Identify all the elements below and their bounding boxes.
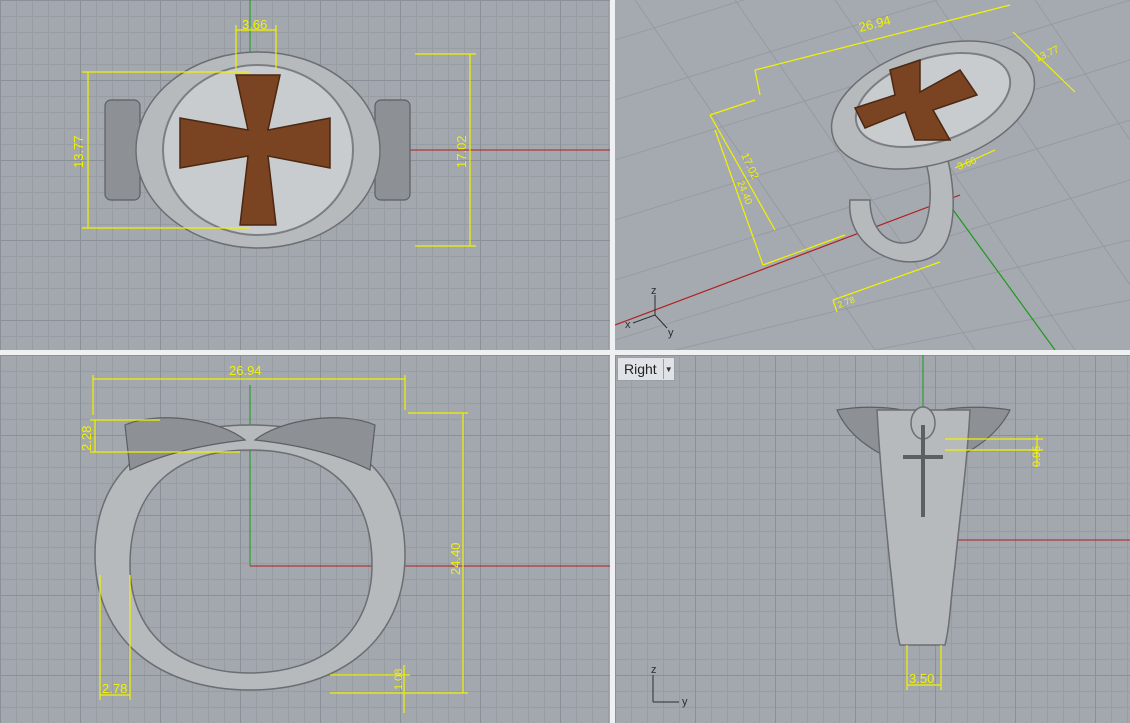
axis-label-y: y bbox=[682, 696, 688, 708]
dimension-f: 2.78 bbox=[832, 261, 941, 313]
ring-side-ornament-left bbox=[104, 99, 141, 201]
dim-label-bottom-right: 1.08 bbox=[393, 669, 405, 690]
perspective-view-canvas: 26.94 13.77 17.02 24.40 3.66 2.78 z x y bbox=[615, 0, 1130, 350]
dimension-width: 26.94 bbox=[92, 363, 406, 415]
dim-label-top: 2.28 bbox=[79, 426, 94, 451]
dimension-d: 24.40 bbox=[714, 129, 846, 266]
viewport-title-label: Right bbox=[624, 361, 657, 377]
chevron-down-icon[interactable]: ▼ bbox=[662, 359, 674, 379]
viewport-divider-horizontal[interactable] bbox=[0, 350, 1130, 355]
dim-label-height: 24.40 bbox=[448, 542, 463, 575]
dimension-c: 17.02 bbox=[709, 99, 776, 231]
axis-indicator: z y bbox=[651, 664, 688, 708]
dim-label-c: 17.02 bbox=[454, 135, 469, 168]
viewport-perspective[interactable]: 26.94 13.77 17.02 24.40 3.66 2.78 z x y bbox=[615, 0, 1130, 350]
dim-label-a: 3.66 bbox=[242, 17, 267, 32]
axis-label-x: x bbox=[625, 319, 631, 331]
dim-label-bottom: 3.50 bbox=[909, 671, 934, 686]
top-view-canvas: 3.66 13.77 17.02 bbox=[71, 0, 610, 249]
viewport-front[interactable]: 26.94 2.28 24.40 2.78 1.08 bbox=[0, 355, 610, 723]
front-view-canvas: 26.94 2.28 24.40 2.78 1.08 bbox=[79, 363, 610, 713]
dim-label-b: 13.77 bbox=[71, 135, 86, 168]
viewport-top[interactable]: 3.66 13.77 17.02 bbox=[0, 0, 610, 350]
dim-label-c: 17.02 bbox=[738, 151, 761, 181]
dim-label-top: 0.95 bbox=[1031, 446, 1043, 467]
axis-label-z: z bbox=[651, 664, 657, 676]
right-view-canvas: 0.95 3.50 z y bbox=[651, 355, 1130, 708]
dim-label-a: 26.94 bbox=[857, 12, 892, 34]
axis-label-z: z bbox=[651, 285, 657, 297]
dimension-bottom: 3.50 bbox=[906, 645, 942, 690]
viewport-right[interactable]: 0.95 3.50 z y Right ▼ bbox=[615, 355, 1130, 723]
dimension-bottom-right: 1.08 bbox=[330, 665, 410, 713]
viewport-title-button[interactable]: Right ▼ bbox=[617, 357, 675, 381]
dim-label-bottom-left: 2.78 bbox=[102, 681, 127, 696]
dim-label-b: 13.77 bbox=[1034, 44, 1062, 65]
viewport-divider-vertical[interactable] bbox=[610, 0, 615, 723]
dim-label-width: 26.94 bbox=[229, 363, 262, 378]
axis-label-y: y bbox=[668, 327, 674, 339]
